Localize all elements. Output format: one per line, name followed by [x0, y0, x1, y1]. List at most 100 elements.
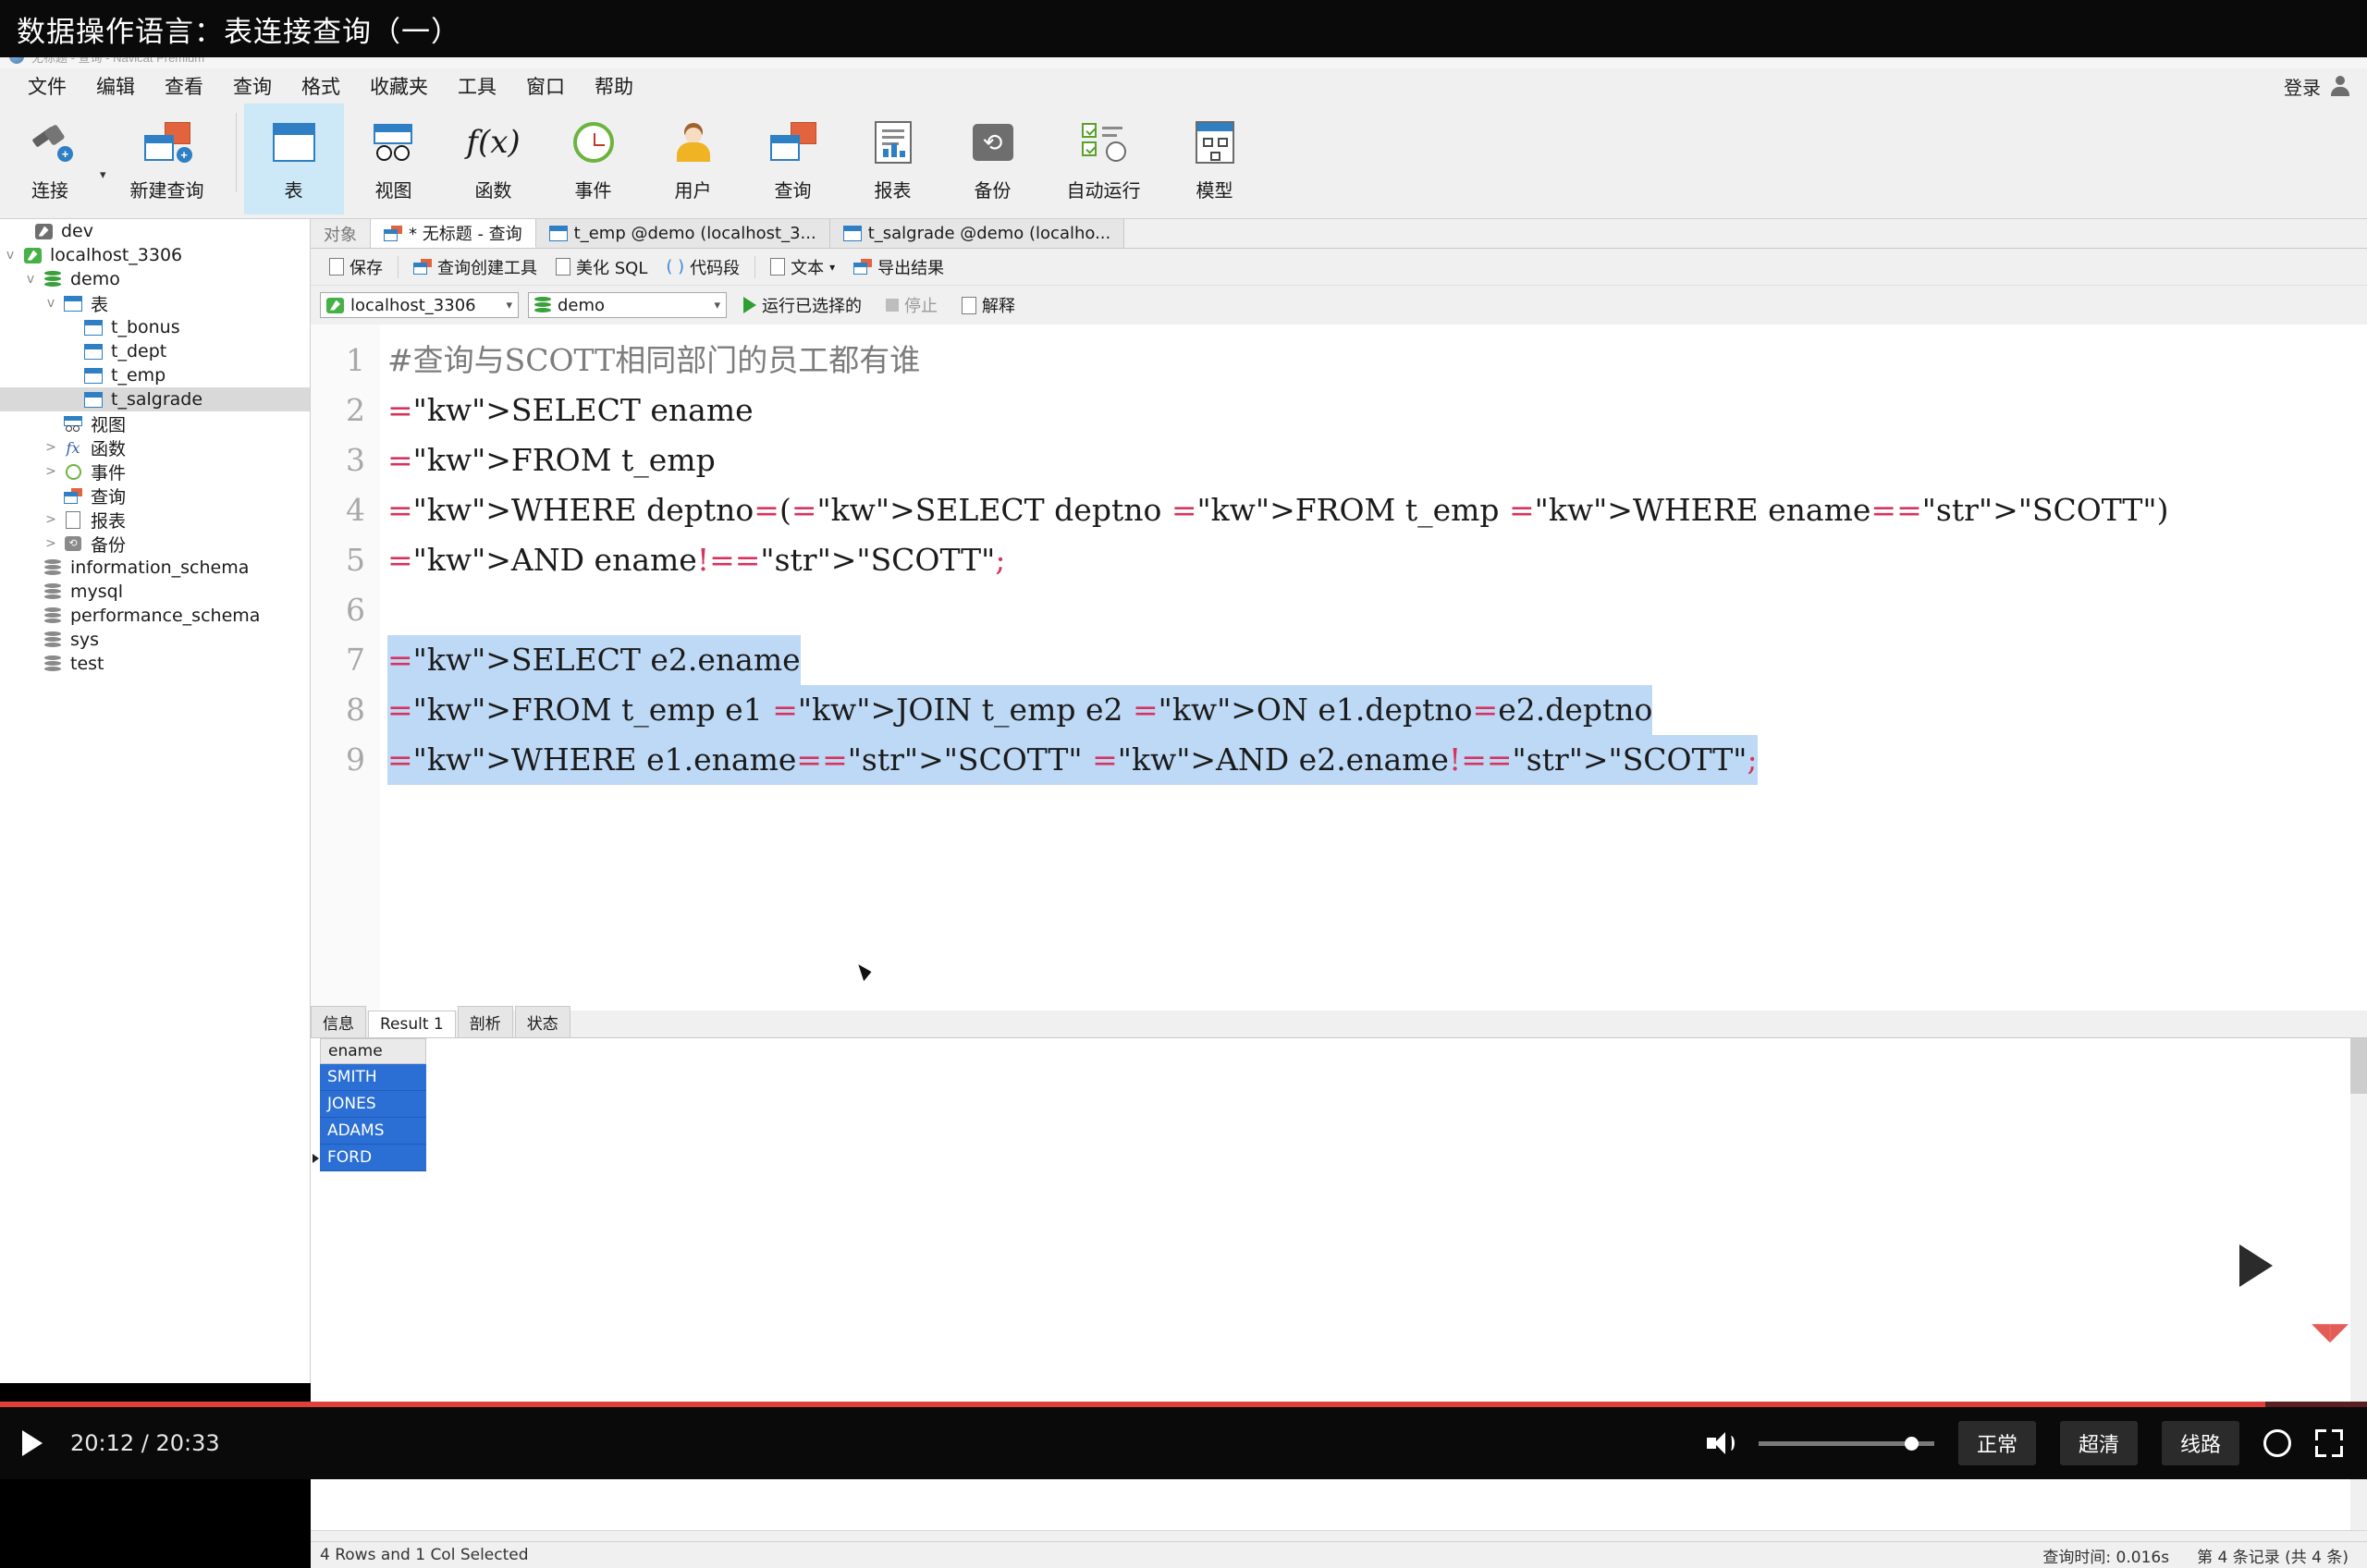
beautify-sql-button[interactable]: 美化 SQL — [546, 253, 656, 281]
table-row[interactable]: JONES — [320, 1091, 426, 1118]
toolbar-button-report[interactable]: 报表 — [843, 104, 943, 214]
toolbar-button-event[interactable]: 事件 — [544, 104, 644, 214]
tab-untitled-query[interactable]: * 无标题 - 查询 — [371, 219, 536, 248]
code-line[interactable]: ="kw">SELECT e2.ename — [387, 635, 801, 685]
play-pause-button[interactable] — [0, 1430, 65, 1456]
twisty-icon[interactable]: > — [41, 536, 61, 551]
table-row[interactable]: ADAMS — [320, 1118, 426, 1145]
save-button[interactable]: 保存 — [320, 253, 392, 281]
sidebar-item-dev[interactable]: dev — [0, 219, 310, 243]
run-selected-button[interactable]: 运行已选择的 — [736, 291, 869, 319]
quality-normal-button[interactable]: 正常 — [1958, 1421, 2036, 1465]
twisty-icon[interactable]: v — [20, 272, 41, 287]
gear-icon[interactable] — [2263, 1429, 2291, 1457]
export-result-button[interactable]: 导出结果 — [844, 253, 953, 281]
sidebar-item-queries[interactable]: 查询 — [0, 484, 310, 508]
menu-item-favorites[interactable]: 收藏夹 — [355, 69, 443, 103]
route-button[interactable]: 线路 — [2162, 1421, 2239, 1465]
sql-code-text[interactable]: #查询与SCOTT相同部门的员工都有谁="kw">SELECT ename="k… — [380, 325, 2367, 1011]
result-tab-result1[interactable]: Result 1 — [368, 1011, 456, 1037]
toolbar-button-view[interactable]: 视图 — [344, 104, 444, 214]
sidebar-item-events[interactable]: > 事件 — [0, 459, 310, 484]
result-tab-profile[interactable]: 剖析 — [458, 1006, 513, 1037]
connection-tree-sidebar[interactable]: dev v localhost_3306 v demo v 表 — [0, 219, 311, 1383]
toolbar-button-user[interactable]: 用户 — [644, 104, 743, 214]
code-line[interactable]: #查询与SCOTT相同部门的员工都有谁 — [387, 336, 920, 386]
code-line[interactable]: ="kw">WHERE e1.ename=="str">"SCOTT" ="kw… — [387, 735, 1758, 785]
result-tab-info[interactable]: 信息 — [311, 1006, 366, 1037]
toolbar-button-query[interactable]: 查询 — [743, 104, 843, 214]
sidebar-item-demo[interactable]: v demo — [0, 267, 310, 291]
scrollbar-thumb[interactable] — [2350, 1038, 2367, 1094]
menu-item-query[interactable]: 查询 — [218, 69, 287, 103]
sidebar-item-backups[interactable]: > ⟲ 备份 — [0, 532, 310, 556]
sidebar-item-views[interactable]: 视图 — [0, 411, 310, 435]
video-play-overlay-button[interactable] — [2201, 1215, 2302, 1317]
login-label[interactable]: 登录 — [2284, 73, 2321, 100]
query-builder-button[interactable]: 查询创建工具 — [404, 253, 546, 281]
connection-select[interactable]: localhost_3306 ▾ — [320, 292, 519, 318]
toolbar-button-table[interactable]: 表 — [244, 104, 344, 214]
table-row[interactable]: SMITH — [320, 1064, 426, 1091]
toolbar-button-model[interactable]: 模型 — [1165, 104, 1265, 214]
menu-item-help[interactable]: 帮助 — [580, 69, 648, 103]
sidebar-item-functions[interactable]: > fx 函数 — [0, 435, 310, 459]
tab-objects[interactable]: 对象 — [311, 219, 371, 248]
sidebar-item-mysql[interactable]: mysql — [0, 580, 310, 604]
user-account-icon[interactable] — [2328, 74, 2352, 98]
sidebar-item-tables[interactable]: v 表 — [0, 291, 310, 315]
toolbar-button-function[interactable]: f(x) 函数 — [444, 104, 544, 214]
play-icon — [743, 297, 756, 313]
tab-t-salgrade[interactable]: t_salgrade @demo (localho... — [830, 219, 1125, 248]
code-line[interactable] — [387, 585, 398, 635]
fullscreen-icon[interactable] — [2315, 1429, 2343, 1457]
sidebar-item-t-salgrade[interactable]: t_salgrade — [0, 387, 310, 411]
toolbar-button-backup[interactable]: ⟲ 备份 — [943, 104, 1043, 214]
toolbar-button-connect[interactable]: + 连接 — [0, 104, 100, 214]
menu-item-edit[interactable]: 编辑 — [81, 69, 150, 103]
chevron-down-icon[interactable]: ▾ — [506, 299, 512, 312]
menu-item-file[interactable]: 文件 — [13, 69, 81, 103]
twisty-icon[interactable]: v — [41, 296, 61, 311]
code-line[interactable]: ="kw">FROM t_emp e1 ="kw">JOIN t_emp e2 … — [387, 685, 1652, 735]
menu-item-window[interactable]: 窗口 — [511, 69, 580, 103]
sidebar-item-sys[interactable]: sys — [0, 628, 310, 652]
volume-icon[interactable] — [1707, 1431, 1735, 1455]
code-line[interactable]: ="kw">WHERE deptno=(="kw">SELECT deptno … — [387, 485, 2169, 535]
tab-t-emp[interactable]: t_emp @demo (localhost_3... — [536, 219, 830, 248]
toolbar-button-new-query[interactable]: + 新建查询 — [106, 104, 228, 214]
database-select[interactable]: demo ▾ — [528, 292, 727, 318]
menu-item-tools[interactable]: 工具 — [443, 69, 511, 103]
code-line[interactable]: ="kw">FROM t_emp — [387, 435, 716, 485]
column-header[interactable]: ename — [320, 1038, 426, 1064]
sidebar-item-information-schema[interactable]: information_schema — [0, 556, 310, 580]
sidebar-item-localhost-3306[interactable]: v localhost_3306 — [0, 243, 310, 267]
twisty-icon[interactable]: > — [41, 512, 61, 527]
volume-slider[interactable] — [1759, 1441, 1934, 1446]
sidebar-item-reports[interactable]: > 报表 — [0, 508, 310, 532]
toolbar-label-user: 用户 — [675, 176, 712, 202]
menu-item-view[interactable]: 查看 — [150, 69, 218, 103]
sidebar-item-t-emp[interactable]: t_emp — [0, 363, 310, 387]
twisty-icon[interactable]: > — [41, 464, 61, 479]
snippet-button[interactable]: ( ) 代码段 — [656, 253, 749, 281]
result-tab-status[interactable]: 状态 — [515, 1006, 570, 1037]
sidebar-item-t-bonus[interactable]: t_bonus — [0, 315, 310, 339]
sidebar-item-test[interactable]: test — [0, 652, 310, 676]
text-mode-button[interactable]: 文本 ▾ — [761, 253, 844, 281]
result-column-ename: ename SMITH JONES ADAMS FORD — [320, 1038, 426, 1171]
code-line[interactable]: ="kw">AND ename!=="str">"SCOTT"; — [387, 535, 1005, 585]
menu-item-format[interactable]: 格式 — [287, 69, 355, 103]
twisty-icon[interactable]: > — [41, 440, 61, 455]
sidebar-item-t-dept[interactable]: t_dept — [0, 339, 310, 363]
twisty-icon[interactable]: v — [0, 248, 20, 263]
sidebar-item-performance-schema[interactable]: performance_schema — [0, 604, 310, 628]
code-line[interactable]: ="kw">SELECT ename — [387, 386, 754, 435]
chevron-down-icon[interactable]: ▾ — [829, 261, 835, 274]
chevron-down-icon[interactable]: ▾ — [714, 299, 720, 312]
sql-editor[interactable]: 1 2 3 4 5 6 7 8 9 #查询与SCOTT相同部门的员工都有谁="k… — [311, 325, 2367, 1011]
explain-button[interactable]: 解释 — [954, 291, 1023, 319]
table-row[interactable]: FORD — [320, 1145, 426, 1171]
toolbar-button-automation[interactable]: 自动运行 — [1043, 104, 1165, 214]
quality-hd-button[interactable]: 超清 — [2060, 1421, 2138, 1465]
